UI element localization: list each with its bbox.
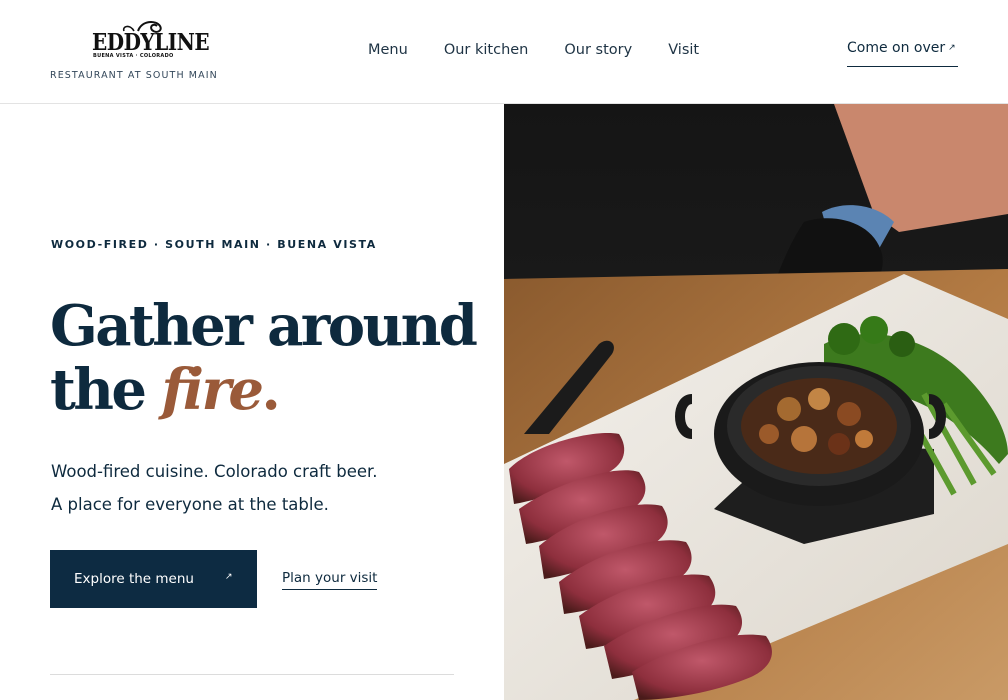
section-divider	[50, 674, 454, 675]
explore-menu-button[interactable]: Explore the menu ↗	[50, 550, 257, 608]
headline-line-1: Gather around	[50, 293, 478, 359]
headline-accent-word: fire	[161, 357, 264, 423]
logo-subline: BUENA VISTA · COLORADO	[93, 53, 174, 59]
explore-menu-label: Explore the menu	[74, 571, 194, 587]
arrow-up-right-icon: ↗	[225, 572, 233, 582]
brand-logo[interactable]: EDDYLINE BUENA VISTA · COLORADO RESTAURA…	[50, 18, 220, 82]
nav-item-visit[interactable]: Visit	[668, 42, 699, 58]
headline-line-2-start: the	[50, 357, 162, 423]
hero-lede: Wood-fired cuisine. Colorado craft beer.…	[51, 455, 471, 521]
site-header: EDDYLINE BUENA VISTA · COLORADO RESTAURA…	[0, 0, 1008, 104]
come-on-over-link[interactable]: Come on over ↗	[847, 40, 958, 67]
arrow-up-right-icon: ↗	[948, 43, 956, 53]
nav-item-our-kitchen[interactable]: Our kitchen	[444, 42, 529, 58]
lede-line-1: Wood-fired cuisine. Colorado craft beer.	[51, 462, 378, 481]
hero-image-food-platter	[504, 104, 1008, 700]
come-on-over-label: Come on over	[847, 40, 946, 56]
logo-tagline: RESTAURANT AT SOUTH MAIN	[50, 70, 218, 81]
main-nav: Menu Our kitchen Our story Visit	[368, 42, 699, 58]
plan-visit-link[interactable]: Plan your visit	[282, 570, 378, 590]
headline-period: .	[261, 357, 280, 423]
nav-item-menu[interactable]: Menu	[368, 42, 408, 58]
nav-item-our-story[interactable]: Our story	[564, 42, 632, 58]
logo-wordmark: EDDYLINE	[92, 28, 210, 56]
hero-headline: Gather around the fire.	[50, 293, 478, 423]
hero-eyebrow: WOOD-FIRED · SOUTH MAIN · BUENA VISTA	[51, 238, 377, 251]
hero-photo-illustration	[504, 104, 1008, 700]
lede-line-2: A place for everyone at the table.	[51, 495, 329, 514]
